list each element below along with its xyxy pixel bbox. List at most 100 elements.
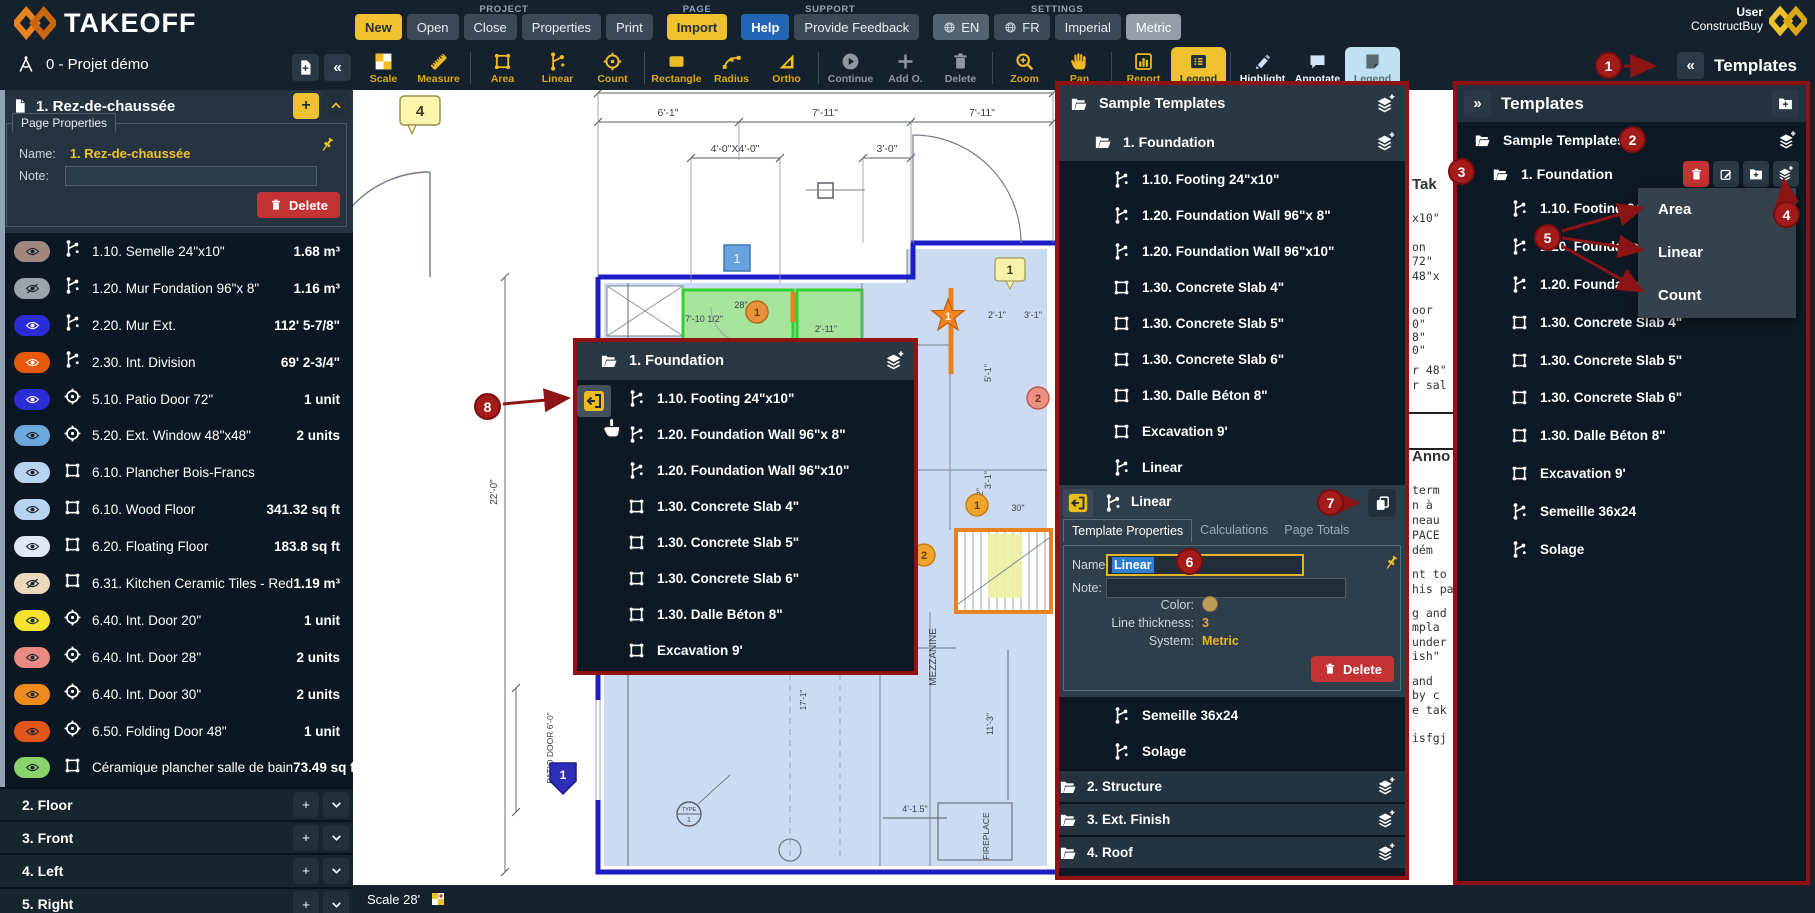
template-item[interactable]: Solage [1457,530,1806,568]
template-system-value[interactable]: Metric [1202,634,1239,648]
marker-circle[interactable]: 1 [746,301,768,323]
measurement-row[interactable]: 6.40. Int. Door 20"1 unit [0,602,353,639]
collapse-page-button[interactable] [323,93,349,119]
template-item[interactable]: 1.10. Footing 24"x10" [1059,161,1405,197]
tool-scale[interactable]: Scale [356,47,411,89]
tool-rectangle[interactable]: Rectangle [649,47,704,89]
apply-template-chip[interactable] [577,385,611,417]
visibility-icon[interactable] [14,757,50,778]
scale-icon[interactable] [430,891,446,907]
template-item[interactable]: 1.30. Dalle Béton 8" [577,596,914,632]
template-thickness-value[interactable]: 3 [1202,616,1209,630]
menu-item-linear[interactable]: Linear [1638,231,1796,274]
measurement-row[interactable]: Céramique plancher salle de bain73.49 sq… [0,749,353,786]
new-page-button[interactable] [292,54,319,81]
template-item[interactable]: 1.30. Concrete Slab 6" [577,560,914,596]
add-template-icon[interactable] [1375,131,1397,153]
marker-circle[interactable]: 1 [966,494,988,516]
template-item[interactable]: Excavation 9' [1457,455,1806,493]
folder-row-3-ext-finish[interactable]: 3. Ext. Finish [1059,802,1405,835]
fr-button[interactable]: FR [994,14,1049,40]
visibility-icon[interactable] [14,721,50,742]
measurement-row[interactable]: 6.40. Int. Door 28"2 units [0,639,353,676]
delete-page-button[interactable]: Delete [257,192,340,218]
template-item[interactable]: 1.30. Concrete Slab 6" [1457,379,1806,417]
collapse-templates-button[interactable]: « [1677,52,1704,79]
visibility-off-icon[interactable] [14,573,50,594]
measurement-row[interactable]: 6.40. Int. Door 30"2 units [0,676,353,713]
template-item[interactable]: 1.30. Concrete Slab 5" [577,524,914,560]
measurement-row[interactable]: 6.10. Wood Floor341.32 sq ft [0,491,353,528]
close-button[interactable]: Close [464,14,517,40]
add-measurement-button[interactable]: + [293,891,319,913]
print-button[interactable]: Print [606,14,653,40]
new-subfolder-button[interactable] [1743,161,1769,187]
visibility-icon[interactable] [14,352,50,373]
sidebar-scrollbar[interactable] [0,90,5,787]
template-item[interactable]: 1.30. Concrete Slab 4" [1059,269,1405,305]
template-item[interactable]: 1.10. Footing 24"x10" [577,380,914,416]
imperial-button[interactable]: Imperial [1055,14,1121,40]
visibility-icon[interactable] [14,425,50,446]
template-item[interactable]: Solage [1059,733,1405,769]
foundation-folder-header[interactable]: 1. Foundation [1059,123,1405,161]
properties-button[interactable]: Properties [522,14,601,40]
visibility-off-icon[interactable] [14,278,50,299]
sample-templates-header[interactable]: Sample Templates [1059,85,1405,123]
measurement-row[interactable]: 2.30. Int. Division69' 2-3/4" [0,344,353,381]
template-item[interactable]: 1.20. Foundation Wall 96"x 8" [1059,197,1405,233]
add-template-button[interactable] [1773,161,1799,187]
template-item[interactable]: Semeille 36x24 [1059,697,1405,733]
menu-item-area[interactable]: Area [1638,188,1796,231]
add-measurement-button[interactable]: + [293,825,319,851]
template-item[interactable]: 1.20. Foundation Wall 96"x10" [577,452,914,488]
page-row-2-floor[interactable]: 2. Floor+ [0,787,353,820]
tool-linear[interactable]: Linear [530,47,585,89]
constructbuy-diamond-icon[interactable] [1769,5,1807,37]
tab-calculations[interactable]: Calculations [1192,519,1276,542]
visibility-icon[interactable] [14,684,50,705]
template-item[interactable]: Excavation 9' [577,632,914,668]
page-row-3-front[interactable]: 3. Front+ [0,820,353,853]
page-properties-tab[interactable]: Page Properties [12,113,116,132]
template-item[interactable]: 1.20. Foundation Wall 96"x 8" [577,416,914,452]
visibility-icon[interactable] [14,315,50,336]
page-row-4-left[interactable]: 4. Left+ [0,853,353,886]
collapse-sidebar-button[interactable]: « [324,54,351,81]
en-button[interactable]: EN [933,14,989,40]
add-template-icon[interactable] [1376,776,1397,797]
page-row-5-right[interactable]: 5. Right+ [0,887,353,913]
template-item[interactable]: 1.30. Dalle Béton 8" [1059,377,1405,413]
tool-delete[interactable]: Delete [933,47,988,89]
visibility-icon[interactable] [14,536,50,557]
add-template-icon[interactable] [1777,130,1798,151]
folder-row-2-structure[interactable]: 2. Structure [1059,769,1405,802]
template-item[interactable]: 1.30. Concrete Slab 5" [1059,305,1405,341]
tool-ortho[interactable]: Ortho [759,47,814,89]
foundation-row[interactable]: 1. Foundation [1457,158,1806,190]
add-measurement-button[interactable]: + [293,858,319,884]
expand-page-button[interactable] [323,891,349,913]
visibility-icon[interactable] [14,389,50,410]
tool-measure[interactable]: Measure [411,47,466,89]
page-name-value[interactable]: 1. Rez-de-chaussée [70,146,191,161]
open-button[interactable]: Open [407,14,459,40]
tab-page-totals[interactable]: Page Totals [1276,519,1357,542]
edit-folder-button[interactable] [1713,161,1739,187]
visibility-icon[interactable] [14,610,50,631]
help-button[interactable]: Help [741,14,789,40]
apply-template-button[interactable] [1063,489,1093,517]
template-item[interactable]: 1.30. Dalle Béton 8" [1457,417,1806,455]
template-item[interactable]: 1.30. Concrete Slab 5" [1457,341,1806,379]
pin-icon[interactable] [318,136,336,154]
add-template-icon[interactable] [1376,842,1397,863]
marker-circle[interactable]: 2 [1027,387,1049,409]
tab-template-properties[interactable]: Template Properties [1063,519,1192,542]
add-template-icon[interactable] [884,350,906,372]
visibility-icon[interactable] [14,499,50,520]
import-button[interactable]: Import [667,14,727,40]
measurement-row[interactable]: 5.20. Ext. Window 48"x48"2 units [0,417,353,454]
template-item[interactable]: 1.20. Foundation Wall 96"x10" [1059,233,1405,269]
tool-continue[interactable]: Continue [823,47,878,89]
measurement-row[interactable]: 6.10. Plancher Bois-Francs [0,454,353,491]
